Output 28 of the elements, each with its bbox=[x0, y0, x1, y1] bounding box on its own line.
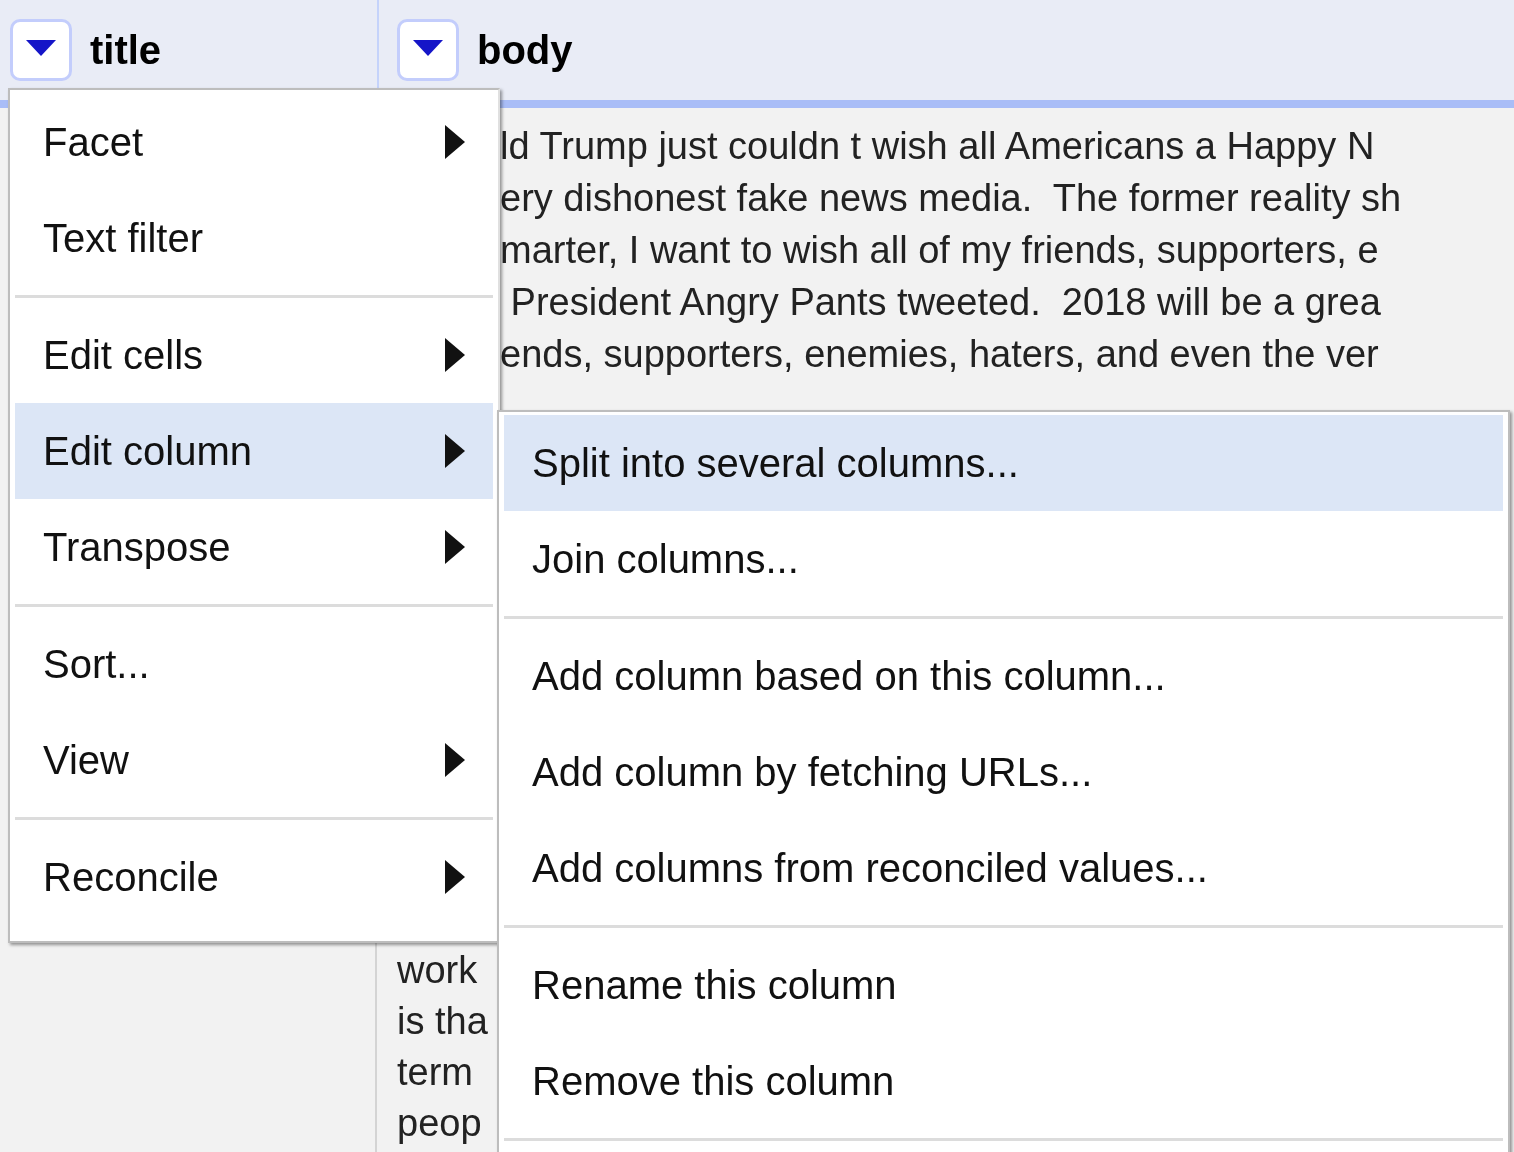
cell-text-line: ld Trump just couldn t wish all Americans a Happy N bbox=[500, 124, 1376, 169]
cell-text-line: peop bbox=[397, 1101, 483, 1146]
cell-text-line: is tha bbox=[397, 999, 489, 1044]
menu-item[interactable]: Add column based on this column... bbox=[504, 628, 1503, 724]
cell-text-line: President Angry Pants tweeted. 2018 will be a grea bbox=[509, 280, 1382, 325]
menu-item[interactable]: Rename this column bbox=[504, 937, 1503, 1033]
menu-item[interactable]: Remove this column bbox=[504, 1033, 1503, 1129]
cell-text-line: work bbox=[397, 948, 479, 993]
menu-item[interactable]: Sort... bbox=[15, 616, 493, 712]
cell-text-line: ends, supporters, enemies, haters, and even the ver bbox=[500, 332, 1380, 377]
cell-text-line: marter, I want to wish all of my friends, supporters, e bbox=[500, 228, 1380, 273]
menu-item[interactable]: Join columns... bbox=[504, 511, 1503, 607]
column-dropdown-button[interactable] bbox=[10, 19, 72, 81]
menu-item[interactable]: Transpose bbox=[15, 499, 493, 595]
menu-item[interactable]: Add column by fetching URLs... bbox=[504, 724, 1503, 820]
menu-item[interactable]: View bbox=[15, 712, 493, 808]
menu-item[interactable]: Facet bbox=[15, 94, 493, 190]
column-header: title bbox=[90, 27, 162, 73]
menu-item[interactable]: Add columns from reconciled values... bbox=[504, 820, 1503, 916]
menu-item[interactable]: Reconcile bbox=[15, 829, 493, 925]
column-dropdown-button[interactable] bbox=[397, 19, 459, 81]
menu-item[interactable]: Edit column bbox=[15, 403, 493, 499]
menu-item[interactable]: Text filter bbox=[15, 190, 493, 286]
cell-text-line: ery dishonest fake news media. The former reality sh bbox=[500, 176, 1403, 221]
cell-text-line: term bbox=[397, 1050, 474, 1095]
menu-item[interactable]: Edit cells bbox=[15, 307, 493, 403]
menu-item[interactable]: Split into several columns... bbox=[504, 415, 1503, 511]
column-header: body bbox=[477, 27, 573, 73]
